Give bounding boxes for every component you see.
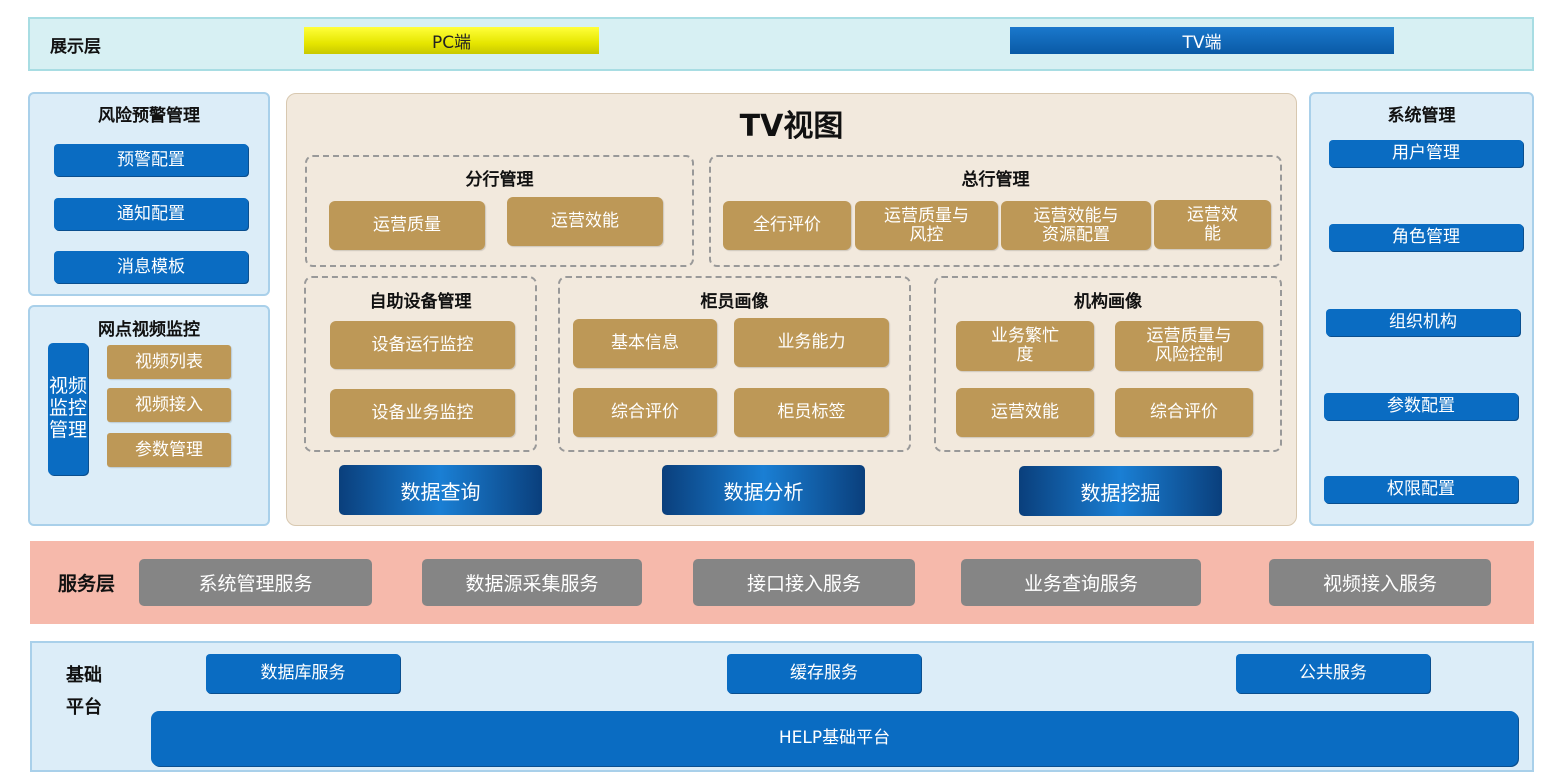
display-layer-label: 展示层	[50, 37, 101, 57]
org-ops-efficiency-button[interactable]: 运营效能	[956, 388, 1094, 437]
org-structure-button[interactable]: 组织机构	[1326, 309, 1520, 336]
tv-view-title: TV视图	[739, 109, 844, 144]
branch-manage-title: 分行管理	[465, 170, 534, 190]
ops-efficiency-button[interactable]: 运营效 能	[1154, 200, 1271, 249]
permission-config-button[interactable]: 权限配置	[1324, 476, 1518, 503]
warning-config-button[interactable]: 预警配置	[54, 144, 248, 176]
teller-evaluation-button[interactable]: 综合评价	[573, 388, 717, 437]
org-portrait-title: 机构画像	[1074, 292, 1142, 312]
video-access-service[interactable]: 视频接入服务	[1269, 559, 1491, 606]
head-office-title: 总行管理	[961, 170, 1030, 190]
business-ability-button[interactable]: 业务能力	[734, 318, 889, 367]
basic-info-button[interactable]: 基本信息	[573, 319, 717, 368]
cache-service-button[interactable]: 缓存服务	[727, 654, 921, 693]
public-service-button[interactable]: 公共服务	[1236, 654, 1430, 693]
data-mining-button[interactable]: 数据挖掘	[1019, 466, 1222, 516]
business-busy-button[interactable]: 业务繁忙 度	[956, 321, 1094, 371]
pc-end-button[interactable]: PC端	[304, 27, 599, 54]
data-analysis-button[interactable]: 数据分析	[662, 465, 865, 515]
param-config-button[interactable]: 参数配置	[1324, 393, 1518, 420]
video-list-button[interactable]: 视频列表	[107, 345, 231, 379]
database-service-button[interactable]: 数据库服务	[206, 654, 400, 693]
ops-quality-risk-control-button[interactable]: 运营质量与 风险控制	[1115, 321, 1263, 371]
self-service-title: 自助设备管理	[369, 292, 472, 312]
video-monitor-title: 网点视频监控	[98, 320, 200, 340]
interface-access-service[interactable]: 接口接入服务	[693, 559, 915, 606]
branch-ops-efficiency-button[interactable]: 运营效能	[507, 197, 663, 246]
role-manage-button[interactable]: 角色管理	[1329, 224, 1523, 251]
param-manage-button[interactable]: 参数管理	[107, 433, 231, 467]
risk-warning-title: 风险预警管理	[98, 106, 200, 126]
system-manage-service[interactable]: 系统管理服务	[139, 559, 372, 606]
message-template-button[interactable]: 消息模板	[54, 251, 248, 283]
data-query-button[interactable]: 数据查询	[339, 465, 542, 515]
branch-ops-quality-button[interactable]: 运营质量	[329, 201, 485, 250]
org-evaluation-button[interactable]: 综合评价	[1115, 388, 1253, 437]
service-layer-label: 服务层	[58, 573, 116, 595]
ops-quality-risk-button[interactable]: 运营质量与 风控	[855, 201, 998, 250]
system-manage-title: 系统管理	[1387, 106, 1456, 126]
video-monitor-manage-button[interactable]: 视频 监控 管理	[48, 343, 88, 475]
teller-portrait-title: 柜员画像	[700, 292, 769, 312]
user-manage-button[interactable]: 用户管理	[1329, 140, 1523, 167]
base-platform-label: 基础 平台	[66, 665, 102, 719]
tv-end-button[interactable]: TV端	[1010, 27, 1394, 54]
bank-evaluation-button[interactable]: 全行评价	[723, 201, 851, 250]
datasource-collect-service[interactable]: 数据源采集服务	[422, 559, 642, 606]
teller-tag-button[interactable]: 柜员标签	[734, 388, 889, 437]
device-run-monitor-button[interactable]: 设备运行监控	[330, 321, 515, 369]
device-business-monitor-button[interactable]: 设备业务监控	[330, 389, 515, 437]
help-base-platform-button[interactable]: HELP基础平台	[151, 711, 1518, 766]
business-query-service[interactable]: 业务查询服务	[961, 559, 1201, 606]
notify-config-button[interactable]: 通知配置	[54, 198, 248, 230]
video-access-button[interactable]: 视频接入	[107, 388, 231, 422]
ops-efficiency-resource-button[interactable]: 运营效能与 资源配置	[1001, 201, 1151, 250]
